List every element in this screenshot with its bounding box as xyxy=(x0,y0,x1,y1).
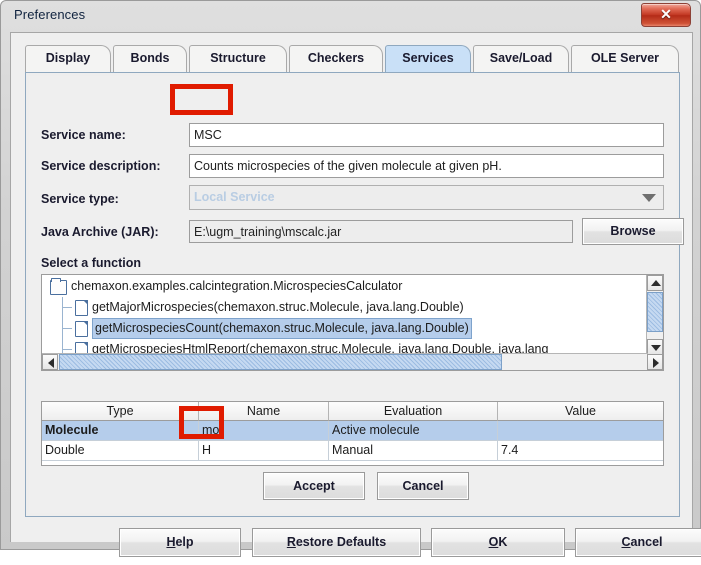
tree-item-label: getMicrospeciesCount(chemaxon.struc.Mole… xyxy=(92,318,472,339)
service-type-dropdown[interactable]: Local Service xyxy=(189,185,664,210)
services-panel-inner: Service name: Service description: Servi… xyxy=(29,76,676,513)
service-type-label: Service type: xyxy=(41,192,119,206)
table-row[interactable]: Molecule xyxy=(42,421,199,441)
table-row[interactable] xyxy=(498,421,663,441)
scroll-up-button[interactable] xyxy=(647,275,663,291)
scroll-down-button[interactable] xyxy=(647,339,663,355)
service-name-label: Service name: xyxy=(41,128,126,142)
close-icon: ✕ xyxy=(642,4,690,26)
tree-horizontal-scrollbar[interactable] xyxy=(42,353,648,370)
tab-strip: Display Bonds Structure Checkers Service… xyxy=(25,45,680,73)
service-type-value: Local Service xyxy=(194,190,275,204)
table-row[interactable]: H xyxy=(199,441,329,461)
column-header-evaluation[interactable]: Evaluation xyxy=(329,402,498,421)
tab-services[interactable]: Services xyxy=(385,45,471,72)
triangle-down-icon xyxy=(651,345,661,351)
jar-path-input[interactable] xyxy=(189,220,573,243)
preferences-window: Preferences ✕ Display Bonds Structure Ch… xyxy=(0,0,701,550)
tree-connector xyxy=(62,307,72,308)
close-button[interactable]: ✕ xyxy=(641,3,691,27)
triangle-left-icon xyxy=(48,358,54,368)
column-header-value[interactable]: Value xyxy=(498,402,663,421)
restore-defaults-mnemonic: R xyxy=(287,529,296,556)
select-function-label: Select a function xyxy=(41,256,141,270)
tree-item-label: getMajorMicrospecies(chemaxon.struc.Mole… xyxy=(92,297,464,318)
help-button-label: elp xyxy=(175,529,193,556)
function-tree[interactable]: chemaxon.examples.calcintegration.Micros… xyxy=(41,274,664,371)
tab-bonds[interactable]: Bonds xyxy=(113,45,187,72)
vertical-scroll-thumb[interactable] xyxy=(647,292,663,332)
tree-vertical-scrollbar[interactable] xyxy=(646,275,663,355)
accept-button[interactable]: Accept xyxy=(263,472,365,500)
cancel-dialog-button[interactable]: Cancel xyxy=(575,528,701,557)
browse-button[interactable]: Browse xyxy=(582,218,684,245)
folder-icon xyxy=(50,280,67,295)
restore-defaults-button[interactable]: Restore Defaults xyxy=(252,528,421,557)
tab-display[interactable]: Display xyxy=(25,45,111,72)
file-icon xyxy=(75,300,88,316)
triangle-up-icon xyxy=(651,280,661,286)
table-row[interactable]: Manual xyxy=(329,441,498,461)
tab-ole-server[interactable]: OLE Server xyxy=(571,45,679,72)
scroll-right-button[interactable] xyxy=(647,354,663,370)
help-button[interactable]: Help xyxy=(119,528,241,557)
service-name-input[interactable] xyxy=(189,123,664,147)
tab-save-load[interactable]: Save/Load xyxy=(473,45,569,72)
dialog-button-bar: Help Restore Defaults OK Cancel xyxy=(25,525,680,565)
services-panel: Service name: Service description: Servi… xyxy=(25,73,680,517)
restore-defaults-label: estore Defaults xyxy=(296,529,386,556)
cancel-dialog-label: ancel xyxy=(631,529,663,556)
tab-structure[interactable]: Structure xyxy=(189,45,287,72)
file-icon xyxy=(75,321,88,337)
ok-button-mnemonic: O xyxy=(489,529,499,556)
chevron-down-icon xyxy=(642,194,656,202)
help-button-mnemonic: H xyxy=(166,529,175,556)
triangle-right-icon xyxy=(653,358,659,368)
tree-item-label: chemaxon.examples.calcintegration.Micros… xyxy=(71,276,402,297)
ok-button[interactable]: OK xyxy=(431,528,565,557)
column-header-name[interactable]: Name xyxy=(199,402,329,421)
table-row[interactable]: mol xyxy=(199,421,329,441)
title-bar: Preferences ✕ xyxy=(1,1,701,31)
tree-connector xyxy=(62,349,72,350)
ok-button-label: K xyxy=(498,529,507,556)
cancel-dialog-mnemonic: C xyxy=(622,529,631,556)
table-row[interactable]: Double xyxy=(42,441,199,461)
window-title: Preferences xyxy=(14,7,85,22)
table-row[interactable]: 7.4 xyxy=(498,441,663,461)
tab-checkers[interactable]: Checkers xyxy=(289,45,383,72)
tree-connector xyxy=(62,328,72,329)
parameters-table[interactable]: Type Name Evaluation Value Molecule mol … xyxy=(41,401,664,466)
table-row[interactable]: Active molecule xyxy=(329,421,498,441)
service-description-input[interactable] xyxy=(189,154,664,178)
column-header-type[interactable]: Type xyxy=(42,402,199,421)
jar-label: Java Archive (JAR): xyxy=(41,225,159,239)
horizontal-scroll-thumb[interactable] xyxy=(59,354,502,370)
service-description-label: Service description: xyxy=(41,159,161,173)
scroll-left-button[interactable] xyxy=(42,354,58,370)
dialog-client-area: Display Bonds Structure Checkers Service… xyxy=(10,32,693,542)
cancel-button[interactable]: Cancel xyxy=(377,472,469,500)
